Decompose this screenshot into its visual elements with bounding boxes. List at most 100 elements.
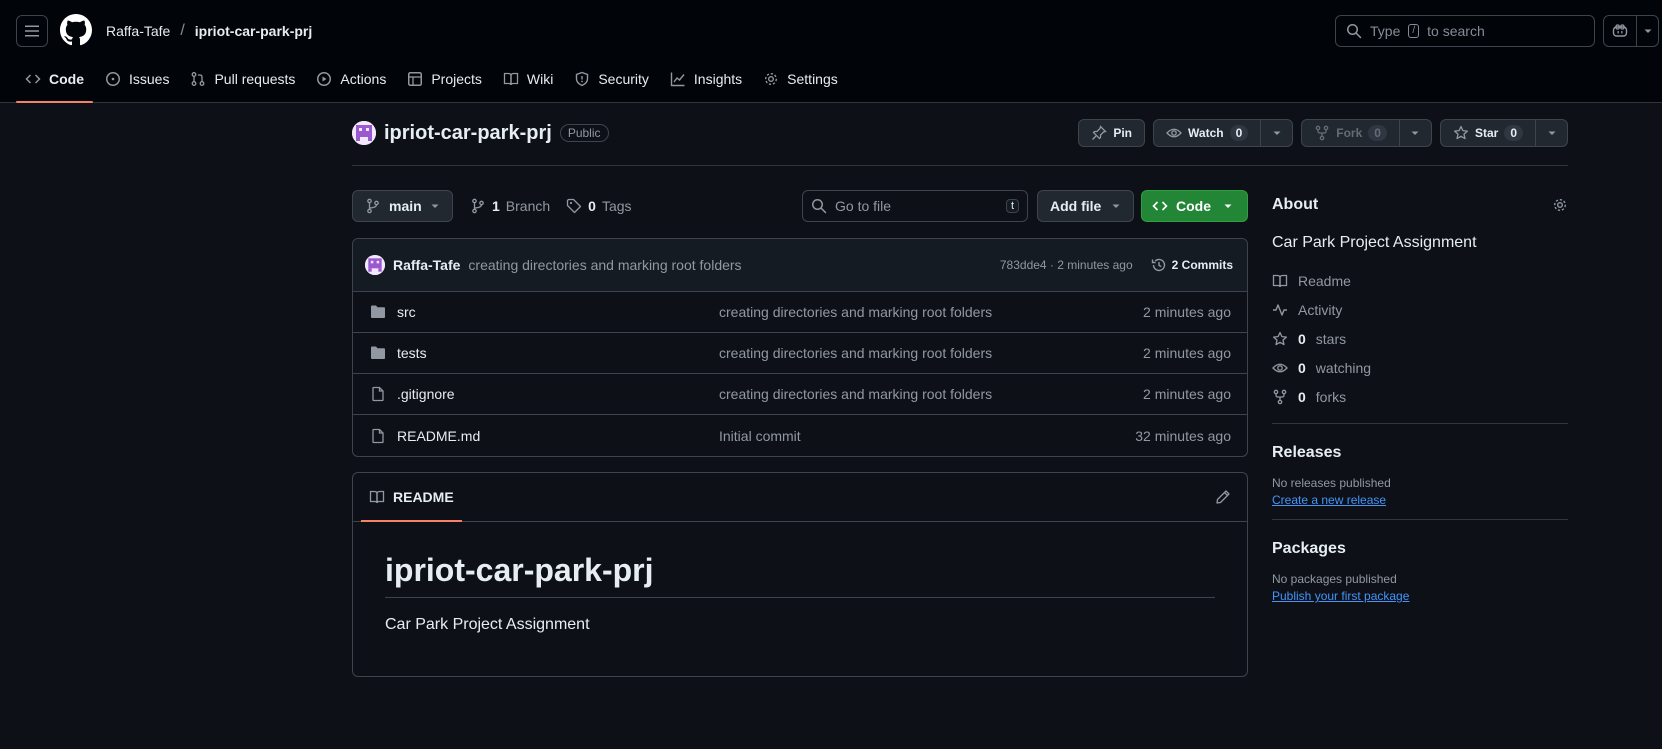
owner-avatar[interactable]	[352, 121, 376, 145]
file-name[interactable]: .gitignore	[397, 386, 719, 402]
hamburger-menu-button[interactable]	[16, 15, 48, 47]
file-row[interactable]: src creating directories and marking roo…	[353, 292, 1247, 333]
commit-author[interactable]: Raffa-Tafe	[393, 257, 460, 273]
commit-sha-time[interactable]: 783dde4 · 2 minutes ago	[1000, 258, 1133, 272]
tags-link[interactable]: 0 Tags	[566, 198, 632, 214]
tab-security[interactable]: Security	[565, 61, 658, 97]
activity-link-label: Activity	[1298, 301, 1343, 318]
sidebar-divider	[1272, 519, 1568, 520]
tab-insights[interactable]: Insights	[661, 61, 751, 97]
fork-dropdown-button[interactable]	[1398, 120, 1431, 146]
releases-heading[interactable]: Releases	[1272, 444, 1568, 462]
search-placeholder-start: Type	[1370, 23, 1401, 39]
copilot-dropdown-button[interactable]	[1637, 26, 1658, 36]
copilot-button-group	[1603, 15, 1659, 47]
star-button[interactable]: Star 0	[1439, 119, 1568, 147]
file-name[interactable]: tests	[397, 345, 719, 361]
book-icon	[503, 72, 519, 86]
eye-icon	[1272, 363, 1288, 372]
tab-issues[interactable]: Issues	[96, 61, 178, 97]
about-heading: About	[1272, 196, 1319, 213]
branch-icon	[472, 198, 484, 214]
global-search-input[interactable]: Type / to search	[1335, 15, 1595, 47]
branch-icon	[367, 198, 379, 214]
watching-count: 0	[1298, 359, 1306, 376]
readme-panel: README ipriot-car-park-prj Car Park Proj…	[352, 472, 1248, 677]
branch-count-label: Branch	[505, 198, 551, 214]
edit-readme-button[interactable]	[1215, 489, 1231, 505]
file-row[interactable]: tests creating directories and marking r…	[353, 333, 1247, 374]
fork-icon	[1273, 389, 1287, 404]
fork-button[interactable]: Fork 0	[1301, 119, 1432, 147]
packages-empty-text: No packages published	[1272, 572, 1397, 586]
commits-count: 2 Commits	[1171, 258, 1233, 272]
pin-button[interactable]: Pin	[1078, 119, 1146, 147]
go-to-file-placeholder: Go to file	[835, 198, 892, 214]
repo-action-buttons: Pin Watch 0 Fork 0 Star 0	[1078, 119, 1568, 147]
readme-link[interactable]: Readme	[1272, 266, 1568, 295]
star-icon	[1272, 331, 1288, 345]
code-button[interactable]: Code	[1141, 190, 1248, 222]
file-name[interactable]: README.md	[397, 428, 719, 444]
watch-count: 0	[1229, 125, 1249, 141]
stars-link[interactable]: 0 stars	[1272, 324, 1568, 353]
code-button-label: Code	[1176, 198, 1211, 214]
tab-settings[interactable]: Settings	[754, 61, 847, 97]
branch-selector[interactable]: main	[352, 190, 453, 222]
breadcrumb-owner-link[interactable]: Raffa-Tafe	[106, 23, 170, 39]
tab-wiki[interactable]: Wiki	[494, 61, 562, 97]
file-commit-message[interactable]: creating directories and marking root fo…	[719, 386, 992, 402]
star-label: Star	[1474, 126, 1499, 140]
chevron-down-icon	[1548, 131, 1555, 135]
star-icon	[1453, 125, 1469, 140]
tab-code[interactable]: Code	[16, 61, 93, 103]
chevron-down-icon	[431, 204, 439, 208]
file-commit-message[interactable]: creating directories and marking root fo…	[719, 345, 992, 361]
tab-pull-requests-label: Pull requests	[214, 71, 296, 87]
watch-dropdown-button[interactable]	[1260, 120, 1292, 146]
file-icon	[372, 428, 384, 443]
sidebar-divider	[1272, 423, 1568, 424]
watch-button[interactable]: Watch 0	[1153, 119, 1294, 147]
file-commit-message[interactable]: creating directories and marking root fo…	[719, 304, 992, 320]
pin-icon	[1092, 125, 1108, 140]
pulse-icon	[1273, 303, 1287, 316]
star-dropdown-button[interactable]	[1535, 120, 1567, 146]
branch-tag-info: 1 Branch 0 Tags	[470, 198, 632, 214]
activity-link[interactable]: Activity	[1272, 295, 1568, 324]
breadcrumb-separator: /	[180, 22, 185, 39]
copilot-button[interactable]	[1604, 16, 1637, 46]
code-icon	[1152, 201, 1168, 211]
tab-projects[interactable]: Projects	[398, 61, 491, 97]
file-commit-time: 2 minutes ago	[1143, 386, 1231, 402]
commit-message[interactable]: creating directories and marking root fo…	[468, 257, 741, 273]
create-release-link[interactable]: Create a new release	[1272, 493, 1568, 507]
forks-link[interactable]: 0 forks	[1272, 382, 1568, 411]
graph-icon	[670, 72, 685, 87]
publish-package-link[interactable]: Publish your first package	[1272, 589, 1568, 603]
file-row[interactable]: .gitignore creating directories and mark…	[353, 374, 1247, 415]
go-to-file-input[interactable]: Go to file t	[802, 190, 1028, 222]
about-settings-button[interactable]	[1552, 197, 1568, 213]
add-file-button[interactable]: Add file	[1037, 190, 1135, 222]
fork-label: Fork	[1336, 126, 1363, 140]
gear-icon	[765, 72, 778, 86]
file-commit-message[interactable]: Initial commit	[719, 428, 801, 444]
table-icon	[408, 72, 423, 86]
commit-author-avatar[interactable]	[365, 255, 385, 275]
releases-empty-text: No releases published	[1272, 476, 1391, 490]
star-count: 0	[1504, 125, 1523, 141]
readme-tab[interactable]: README	[361, 473, 462, 522]
file-row[interactable]: README.md Initial commit 32 minutes ago	[353, 415, 1247, 456]
tab-pull-requests[interactable]: Pull requests	[181, 61, 304, 97]
file-name[interactable]: src	[397, 304, 719, 320]
commits-history-link[interactable]: 2 Commits	[1151, 257, 1233, 273]
repo-name-title[interactable]: ipriot-car-park-prj	[384, 122, 552, 145]
breadcrumb-repo-link[interactable]: ipriot-car-park-prj	[195, 23, 312, 39]
watching-link[interactable]: 0 watching	[1272, 353, 1568, 382]
packages-heading[interactable]: Packages	[1272, 540, 1568, 558]
tab-actions[interactable]: Actions	[307, 61, 395, 97]
github-logo-icon[interactable]	[60, 14, 92, 46]
branches-link[interactable]: 1 Branch	[470, 198, 550, 214]
tab-issues-label: Issues	[129, 71, 170, 87]
